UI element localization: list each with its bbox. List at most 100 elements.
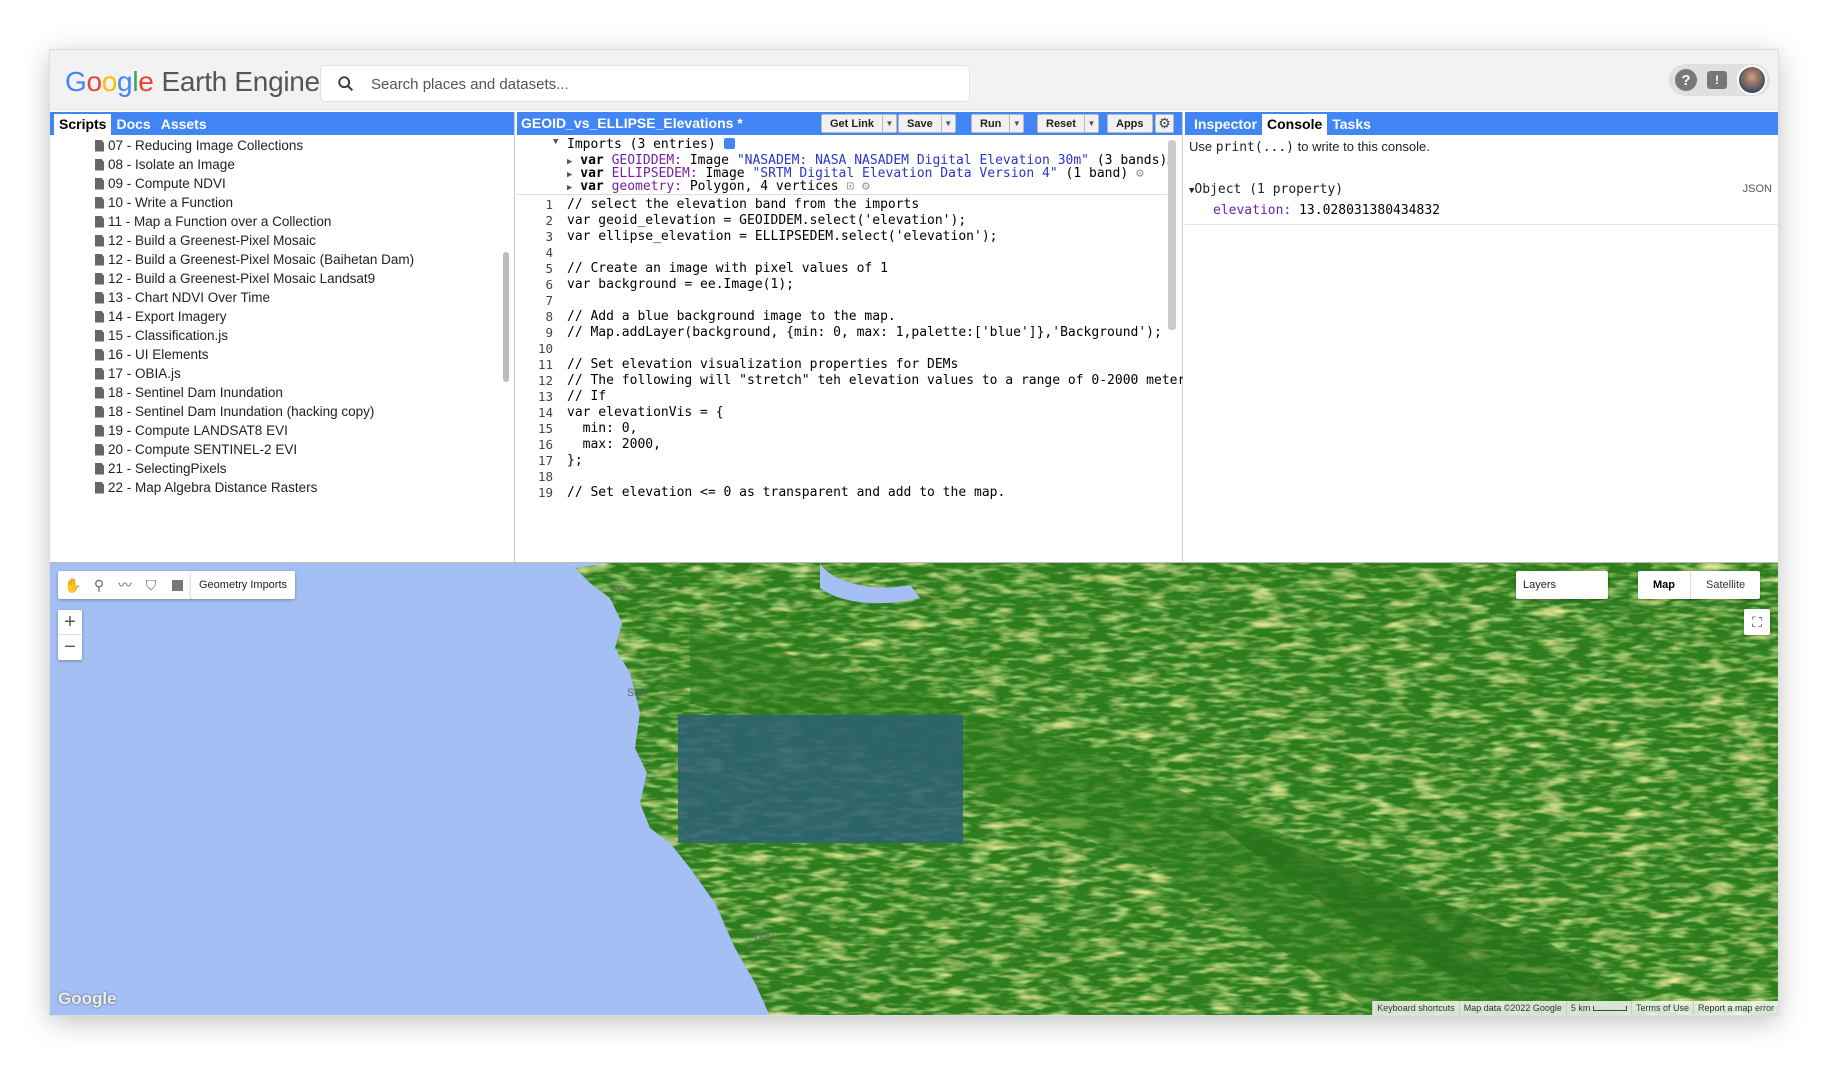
- script-item-label: 18 - Sentinel Dam Inundation: [108, 385, 283, 400]
- script-item[interactable]: 09 - Compute NDVI: [95, 176, 226, 191]
- script-title[interactable]: GEOID_vs_ELLIPSE_Elevations *: [521, 115, 743, 131]
- script-item[interactable]: 12 - Build a Greenest-Pixel Mosaic: [95, 233, 316, 248]
- script-item[interactable]: 10 - Write a Function: [95, 195, 233, 210]
- code-line[interactable]: var ellipse_elevation = ELLIPSEDEM.selec…: [567, 229, 997, 244]
- script-item[interactable]: 18 - Sentinel Dam Inundation: [95, 385, 283, 400]
- chevron-down-icon[interactable]: ▼: [1083, 115, 1098, 132]
- reset-button[interactable]: Reset ▼: [1037, 114, 1099, 133]
- zoom-in-button[interactable]: +: [58, 610, 82, 635]
- code-line[interactable]: };: [567, 453, 583, 468]
- object-header[interactable]: ▼Object (1 property): [1189, 182, 1343, 197]
- map-type-satellite[interactable]: Satellite: [1691, 571, 1760, 599]
- chevron-down-icon[interactable]: ▼: [940, 115, 955, 132]
- save-button[interactable]: Save ▼: [898, 114, 956, 133]
- script-item[interactable]: 07 - Reducing Image Collections: [95, 138, 303, 153]
- geometry-imports-button[interactable]: Geometry Imports: [191, 571, 296, 599]
- place-label: Dav: [754, 931, 774, 943]
- code-line[interactable]: // Create an image with pixel values of …: [567, 261, 888, 276]
- fullscreen-icon[interactable]: ⛶: [1744, 609, 1770, 635]
- map-view[interactable]: Mo San Dav ✋ ⚲ 〰 ⛉ Geometry Imports + − …: [50, 562, 1778, 1015]
- apps-button[interactable]: Apps: [1107, 114, 1153, 133]
- top-right-controls: ? !: [1669, 64, 1770, 96]
- file-icon: [95, 424, 104, 437]
- script-item[interactable]: 21 - SelectingPixels: [95, 461, 227, 476]
- chevron-down-icon[interactable]: ▼: [1009, 115, 1023, 132]
- script-item[interactable]: 20 - Compute SENTINEL-2 EVI: [95, 442, 297, 457]
- chevron-down-icon[interactable]: ▼: [882, 115, 896, 132]
- tab-scripts[interactable]: Scripts: [54, 114, 112, 135]
- code-editor-panel: GEOID_vs_ELLIPSE_Elevations * Get Link ▼ …: [517, 112, 1183, 562]
- code-line[interactable]: // Add a blue background image to the ma…: [567, 309, 896, 324]
- get-link-button[interactable]: Get Link ▼: [821, 114, 898, 133]
- code-line[interactable]: var background = ee.Image(1);: [567, 277, 794, 292]
- script-item[interactable]: 08 - Isolate an Image: [95, 157, 235, 172]
- earth-engine-logo[interactable]: Google Earth Engine: [65, 66, 320, 98]
- tab-docs[interactable]: Docs: [111, 114, 155, 135]
- geometry-polygon[interactable]: [678, 715, 963, 843]
- search-input[interactable]: [371, 73, 931, 95]
- line-number: 14: [537, 405, 553, 420]
- file-icon: [95, 481, 104, 494]
- console-object[interactable]: ▼Object (1 property) JSON elevation: 13.…: [1185, 175, 1778, 225]
- script-item[interactable]: 11 - Map a Function over a Collection: [95, 214, 331, 229]
- code-line[interactable]: min: 0,: [567, 421, 638, 436]
- script-item[interactable]: 15 - Classification.js: [95, 328, 228, 343]
- tab-assets[interactable]: Assets: [156, 114, 212, 135]
- file-icon: [95, 443, 104, 456]
- rectangle-icon[interactable]: [166, 574, 188, 596]
- script-item[interactable]: 22 - Map Algebra Distance Rasters: [95, 480, 317, 495]
- tab-console[interactable]: Console: [1262, 114, 1328, 135]
- marker-icon[interactable]: ⚲: [88, 574, 110, 596]
- script-item[interactable]: 19 - Compute LANDSAT8 EVI: [95, 423, 288, 438]
- script-item-label: 12 - Build a Greenest-Pixel Mosaic Lands…: [108, 271, 376, 286]
- json-toggle[interactable]: JSON: [1743, 183, 1772, 195]
- line-number: 10: [537, 341, 553, 356]
- polygon-icon[interactable]: ⛉: [140, 574, 162, 596]
- script-item-label: 17 - OBIA.js: [108, 366, 181, 381]
- script-list-scrollbar[interactable]: [503, 252, 509, 382]
- script-item[interactable]: 16 - UI Elements: [95, 347, 209, 362]
- feedback-icon[interactable]: !: [1707, 71, 1727, 89]
- layers-button[interactable]: Layers: [1516, 571, 1608, 599]
- code-line[interactable]: // Set elevation <= 0 as transparent and…: [567, 485, 1005, 500]
- map-type-map[interactable]: Map: [1638, 571, 1691, 599]
- report-map-error-link[interactable]: Report a map error: [1692, 1001, 1778, 1015]
- collapse-icon[interactable]: ▼: [553, 137, 558, 147]
- script-item[interactable]: 18 - Sentinel Dam Inundation (hacking co…: [95, 404, 374, 419]
- run-button[interactable]: Run ▼: [971, 114, 1025, 133]
- search-box[interactable]: [320, 65, 970, 102]
- show-code-icon[interactable]: [723, 138, 735, 149]
- line-icon[interactable]: 〰: [114, 574, 136, 596]
- avatar[interactable]: [1737, 65, 1767, 95]
- right-panel-tabs: Inspector Console Tasks: [1185, 112, 1778, 135]
- code-line[interactable]: var geoid_elevation = GEOIDDEM.select('e…: [567, 213, 966, 228]
- script-item[interactable]: 12 - Build a Greenest-Pixel Mosaic Lands…: [95, 271, 375, 286]
- script-item[interactable]: 14 - Export Imagery: [95, 309, 227, 324]
- line-number: 13: [537, 389, 553, 404]
- import-entry[interactable]: ▶ var geometry: Polygon, 4 vertices ⊡ ⚙: [567, 179, 870, 194]
- code-area[interactable]: ▼ Imports (3 entries) ▶ var GEOIDDEM: Im…: [517, 135, 1183, 562]
- script-item[interactable]: 12 - Build a Greenest-Pixel Mosaic (Baih…: [95, 252, 414, 267]
- hand-icon[interactable]: ✋: [62, 574, 84, 596]
- script-item-label: 21 - SelectingPixels: [108, 461, 227, 476]
- script-item[interactable]: 13 - Chart NDVI Over Time: [95, 290, 270, 305]
- imports-header[interactable]: Imports (3 entries): [567, 137, 735, 152]
- code-line[interactable]: max: 2000,: [567, 437, 661, 452]
- code-line[interactable]: // select the elevation band from the im…: [567, 197, 919, 212]
- tab-inspector[interactable]: Inspector: [1189, 114, 1262, 135]
- code-line[interactable]: // Map.addLayer(background, {min: 0, max…: [567, 325, 1162, 340]
- code-line[interactable]: // The following will "stretch" teh elev…: [567, 373, 1183, 388]
- keyboard-shortcuts-link[interactable]: Keyboard shortcuts: [1372, 1001, 1459, 1015]
- tab-tasks[interactable]: Tasks: [1327, 114, 1376, 135]
- zoom-out-button[interactable]: −: [58, 635, 82, 660]
- help-icon[interactable]: ?: [1675, 69, 1697, 91]
- script-item[interactable]: 17 - OBIA.js: [95, 366, 181, 381]
- code-line[interactable]: var elevationVis = {: [567, 405, 724, 420]
- scale-bar: 5 km: [1565, 1001, 1631, 1015]
- code-line[interactable]: // Set elevation visualization propertie…: [567, 357, 958, 372]
- terms-of-use-link[interactable]: Terms of Use: [1630, 1001, 1693, 1015]
- gear-icon[interactable]: ⚙: [1155, 114, 1174, 133]
- editor-scrollbar[interactable]: [1168, 140, 1176, 330]
- code-line[interactable]: // If: [567, 389, 606, 404]
- file-icon: [95, 310, 104, 323]
